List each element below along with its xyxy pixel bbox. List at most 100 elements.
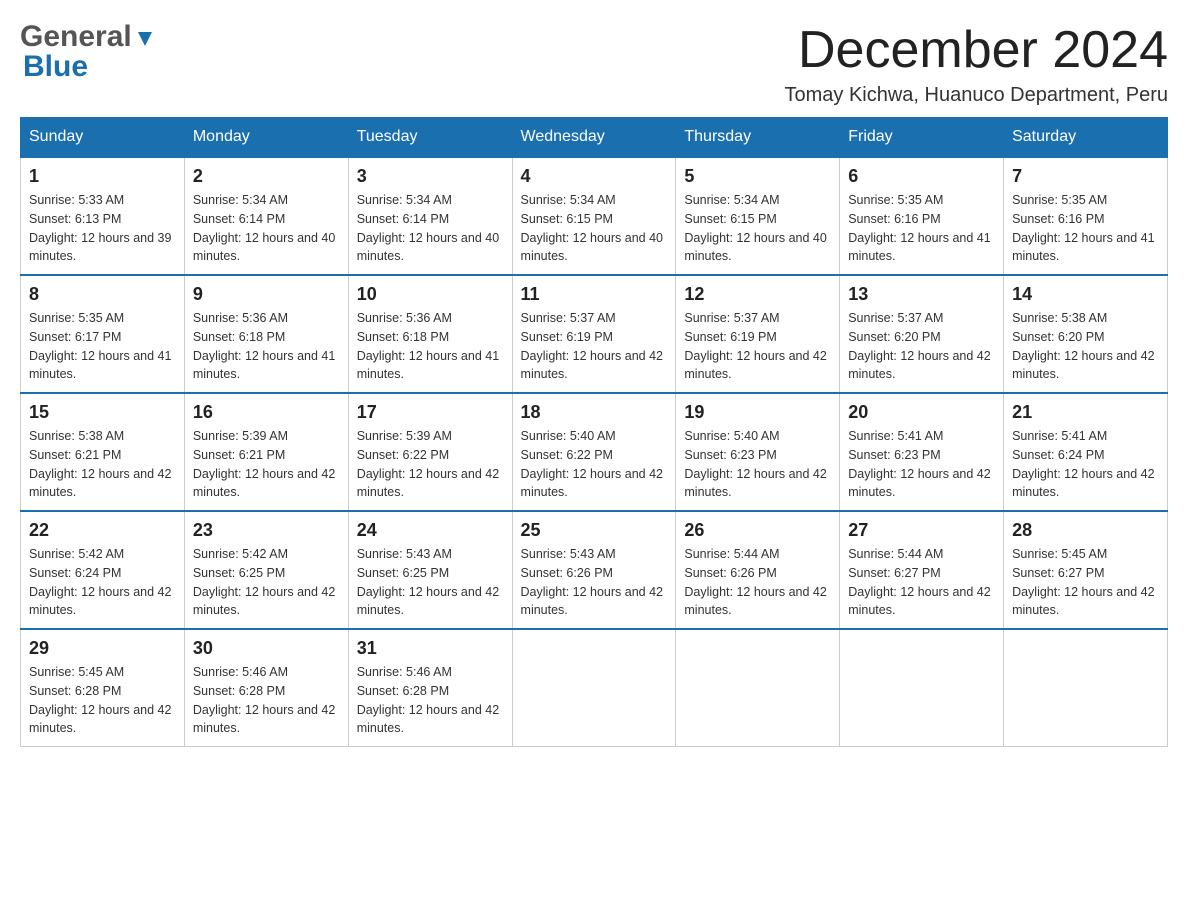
calendar-cell: 17 Sunrise: 5:39 AMSunset: 6:22 PMDayligh… (348, 393, 512, 511)
day-info: Sunrise: 5:35 AMSunset: 6:16 PMDaylight:… (1012, 191, 1159, 266)
calendar-cell: 18 Sunrise: 5:40 AMSunset: 6:22 PMDayligh… (512, 393, 676, 511)
calendar-cell (1004, 629, 1168, 747)
day-info: Sunrise: 5:39 AMSunset: 6:22 PMDaylight:… (357, 427, 504, 502)
logo: General Blue (20, 20, 156, 84)
day-number: 10 (357, 284, 504, 305)
day-info: Sunrise: 5:43 AMSunset: 6:25 PMDaylight:… (357, 545, 504, 620)
calendar-cell: 12 Sunrise: 5:37 AMSunset: 6:19 PMDayligh… (676, 275, 840, 393)
day-info: Sunrise: 5:34 AMSunset: 6:14 PMDaylight:… (193, 191, 340, 266)
day-number: 6 (848, 166, 995, 187)
day-number: 8 (29, 284, 176, 305)
day-info: Sunrise: 5:40 AMSunset: 6:23 PMDaylight:… (684, 427, 831, 502)
day-info: Sunrise: 5:38 AMSunset: 6:21 PMDaylight:… (29, 427, 176, 502)
day-info: Sunrise: 5:41 AMSunset: 6:24 PMDaylight:… (1012, 427, 1159, 502)
day-number: 13 (848, 284, 995, 305)
day-number: 19 (684, 402, 831, 423)
day-number: 12 (684, 284, 831, 305)
title-section: December 2024 Tomay Kichwa, Huanuco Depa… (784, 20, 1168, 107)
day-info: Sunrise: 5:44 AMSunset: 6:26 PMDaylight:… (684, 545, 831, 620)
calendar-cell (512, 629, 676, 747)
location-title: Tomay Kichwa, Huanuco Department, Peru (784, 84, 1168, 107)
calendar-cell: 27 Sunrise: 5:44 AMSunset: 6:27 PMDayligh… (840, 511, 1004, 629)
day-info: Sunrise: 5:37 AMSunset: 6:19 PMDaylight:… (521, 309, 668, 384)
day-info: Sunrise: 5:38 AMSunset: 6:20 PMDaylight:… (1012, 309, 1159, 384)
calendar-cell: 22 Sunrise: 5:42 AMSunset: 6:24 PMDayligh… (21, 511, 185, 629)
day-info: Sunrise: 5:36 AMSunset: 6:18 PMDaylight:… (357, 309, 504, 384)
day-number: 16 (193, 402, 340, 423)
day-info: Sunrise: 5:42 AMSunset: 6:24 PMDaylight:… (29, 545, 176, 620)
calendar-cell: 1 Sunrise: 5:33 AMSunset: 6:13 PMDaylight… (21, 157, 185, 275)
calendar-cell: 20 Sunrise: 5:41 AMSunset: 6:23 PMDayligh… (840, 393, 1004, 511)
day-info: Sunrise: 5:34 AMSunset: 6:14 PMDaylight:… (357, 191, 504, 266)
calendar-cell: 9Sunrise: 5:36 AMSunset: 6:18 PMDaylight… (184, 275, 348, 393)
header-friday: Friday (840, 118, 1004, 158)
calendar-cell (676, 629, 840, 747)
day-info: Sunrise: 5:37 AMSunset: 6:19 PMDaylight:… (684, 309, 831, 384)
header-thursday: Thursday (676, 118, 840, 158)
header-sunday: Sunday (21, 118, 185, 158)
day-info: Sunrise: 5:33 AMSunset: 6:13 PMDaylight:… (29, 191, 176, 266)
calendar-table: Sunday Monday Tuesday Wednesday Thursday… (20, 117, 1168, 747)
calendar-cell: 19 Sunrise: 5:40 AMSunset: 6:23 PMDayligh… (676, 393, 840, 511)
day-number: 3 (357, 166, 504, 187)
day-info: Sunrise: 5:35 AMSunset: 6:16 PMDaylight:… (848, 191, 995, 266)
day-info: Sunrise: 5:44 AMSunset: 6:27 PMDaylight:… (848, 545, 995, 620)
day-number: 27 (848, 520, 995, 541)
day-number: 1 (29, 166, 176, 187)
day-info: Sunrise: 5:41 AMSunset: 6:23 PMDaylight:… (848, 427, 995, 502)
day-number: 11 (521, 284, 668, 305)
day-info: Sunrise: 5:39 AMSunset: 6:21 PMDaylight:… (193, 427, 340, 502)
calendar-cell: 13 Sunrise: 5:37 AMSunset: 6:20 PMDayligh… (840, 275, 1004, 393)
day-number: 21 (1012, 402, 1159, 423)
calendar-cell: 11 Sunrise: 5:37 AMSunset: 6:19 PMDayligh… (512, 275, 676, 393)
day-number: 31 (357, 638, 504, 659)
day-number: 23 (193, 520, 340, 541)
day-number: 26 (684, 520, 831, 541)
header-tuesday: Tuesday (348, 118, 512, 158)
day-info: Sunrise: 5:34 AMSunset: 6:15 PMDaylight:… (684, 191, 831, 266)
calendar-cell: 30 Sunrise: 5:46 AMSunset: 6:28 PMDayligh… (184, 629, 348, 747)
calendar-cell: 2 Sunrise: 5:34 AMSunset: 6:14 PMDaylight… (184, 157, 348, 275)
day-number: 28 (1012, 520, 1159, 541)
day-number: 22 (29, 520, 176, 541)
day-number: 25 (521, 520, 668, 541)
week-row: 8 Sunrise: 5:35 AMSunset: 6:17 PMDaylight… (21, 275, 1168, 393)
calendar-cell: 24Sunrise: 5:43 AMSunset: 6:25 PMDayligh… (348, 511, 512, 629)
calendar-cell: 5Sunrise: 5:34 AMSunset: 6:15 PMDaylight… (676, 157, 840, 275)
calendar-cell: 14 Sunrise: 5:38 AMSunset: 6:20 PMDayligh… (1004, 275, 1168, 393)
calendar-cell: 4Sunrise: 5:34 AMSunset: 6:15 PMDaylight… (512, 157, 676, 275)
day-number: 20 (848, 402, 995, 423)
calendar-cell: 31Sunrise: 5:46 AMSunset: 6:28 PMDayligh… (348, 629, 512, 747)
calendar-cell: 10 Sunrise: 5:36 AMSunset: 6:18 PMDayligh… (348, 275, 512, 393)
day-number: 7 (1012, 166, 1159, 187)
day-info: Sunrise: 5:40 AMSunset: 6:22 PMDaylight:… (521, 427, 668, 502)
day-info: Sunrise: 5:35 AMSunset: 6:17 PMDaylight:… (29, 309, 176, 384)
logo-general: General (20, 20, 132, 54)
calendar-cell: 8 Sunrise: 5:35 AMSunset: 6:17 PMDaylight… (21, 275, 185, 393)
day-number: 2 (193, 166, 340, 187)
header-monday: Monday (184, 118, 348, 158)
week-row: 1 Sunrise: 5:33 AMSunset: 6:13 PMDaylight… (21, 157, 1168, 275)
day-info: Sunrise: 5:42 AMSunset: 6:25 PMDaylight:… (193, 545, 340, 620)
day-info: Sunrise: 5:37 AMSunset: 6:20 PMDaylight:… (848, 309, 995, 384)
day-info: Sunrise: 5:36 AMSunset: 6:18 PMDaylight:… (193, 309, 340, 384)
day-number: 18 (521, 402, 668, 423)
logo-triangle-icon (134, 28, 156, 50)
page-header: General Blue December 2024 Tomay Kichwa,… (20, 20, 1168, 107)
calendar-cell: 7 Sunrise: 5:35 AMSunset: 6:16 PMDaylight… (1004, 157, 1168, 275)
calendar-cell: 28Sunrise: 5:45 AMSunset: 6:27 PMDayligh… (1004, 511, 1168, 629)
calendar-cell: 15 Sunrise: 5:38 AMSunset: 6:21 PMDayligh… (21, 393, 185, 511)
calendar-cell: 23 Sunrise: 5:42 AMSunset: 6:25 PMDayligh… (184, 511, 348, 629)
day-number: 30 (193, 638, 340, 659)
weekday-header-row: Sunday Monday Tuesday Wednesday Thursday… (21, 118, 1168, 158)
day-number: 14 (1012, 284, 1159, 305)
day-number: 17 (357, 402, 504, 423)
calendar-cell: 3 Sunrise: 5:34 AMSunset: 6:14 PMDaylight… (348, 157, 512, 275)
week-row: 29Sunrise: 5:45 AMSunset: 6:28 PMDayligh… (21, 629, 1168, 747)
calendar-cell: 25Sunrise: 5:43 AMSunset: 6:26 PMDayligh… (512, 511, 676, 629)
logo-blue: Blue (23, 50, 88, 83)
day-info: Sunrise: 5:46 AMSunset: 6:28 PMDaylight:… (193, 663, 340, 738)
week-row: 22 Sunrise: 5:42 AMSunset: 6:24 PMDayligh… (21, 511, 1168, 629)
day-number: 15 (29, 402, 176, 423)
calendar-cell: 29Sunrise: 5:45 AMSunset: 6:28 PMDayligh… (21, 629, 185, 747)
